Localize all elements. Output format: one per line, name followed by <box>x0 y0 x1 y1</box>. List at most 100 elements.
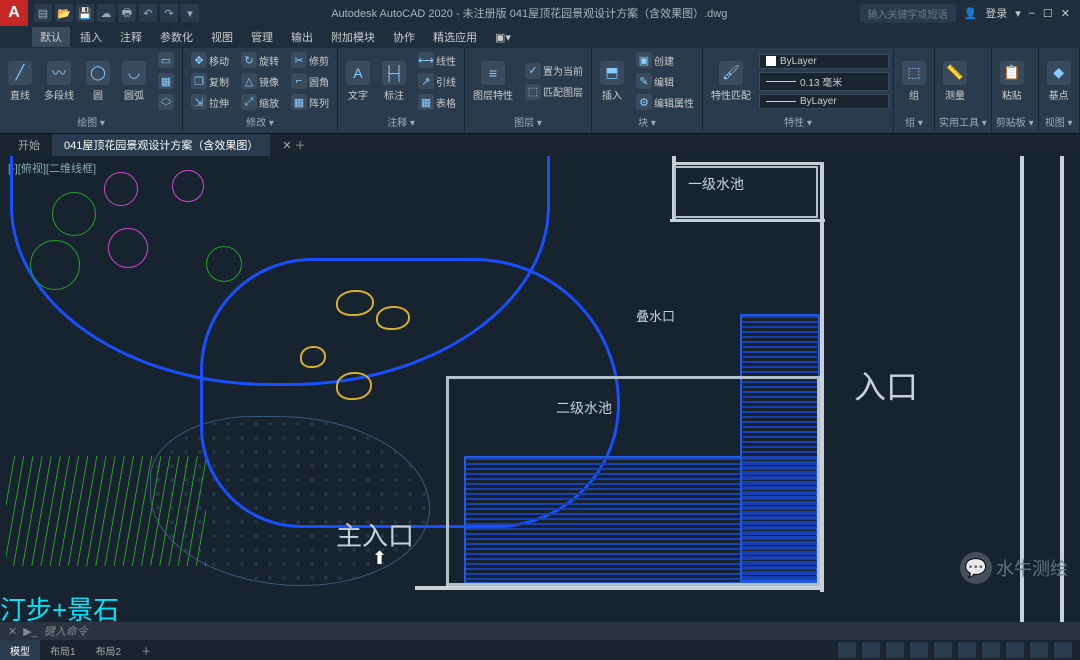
base-button[interactable]: ◆基点 <box>1043 59 1075 104</box>
editattr-button[interactable]: ⚙编辑属性 <box>632 92 698 112</box>
insert-button[interactable]: ⬒插入 <box>596 59 628 104</box>
panel-block-title[interactable]: 块 ▾ <box>596 112 698 131</box>
layer-match-button[interactable]: ✓置为当前 <box>521 61 587 81</box>
doctab-add-icon[interactable]: ✕ ＋ <box>270 134 317 156</box>
panel-modify-title[interactable]: 修改 ▾ <box>187 112 333 131</box>
panel-util-title[interactable]: 实用工具 ▾ <box>939 112 987 131</box>
panel-groups-title[interactable]: 组 ▾ <box>898 112 930 131</box>
tab-insert[interactable]: 插入 <box>72 27 110 47</box>
tab-layout1[interactable]: 布局1 <box>40 640 86 660</box>
panel-layers-title[interactable]: 图层 ▾ <box>469 112 587 131</box>
copy-button[interactable]: ❐复制 <box>187 71 233 91</box>
fillet-button[interactable]: ⌐圆角 <box>287 71 333 91</box>
status-snap-icon[interactable] <box>886 642 904 658</box>
qat-plot-icon[interactable]: 🖶 <box>118 4 136 22</box>
qat-save-icon[interactable]: 💾 <box>76 4 94 22</box>
qat-new-icon[interactable]: ▤ <box>34 4 52 22</box>
edit-button[interactable]: ✎编辑 <box>632 71 698 91</box>
tab-add-layout-icon[interactable]: ＋ <box>131 640 161 660</box>
tab-manage[interactable]: 管理 <box>243 27 281 47</box>
leader-button[interactable]: ↗引线 <box>414 71 460 91</box>
table-button[interactable]: ▦表格 <box>414 92 460 112</box>
lineweight-select[interactable]: 0.13 毫米 <box>759 72 889 91</box>
search-input[interactable]: 输入关键字或短语 <box>860 4 956 23</box>
qat-undo-icon[interactable]: ↶ <box>139 4 157 22</box>
match-props-button[interactable]: 🖌特性匹配 <box>707 59 755 104</box>
help-icon[interactable]: ▾ <box>1015 7 1021 20</box>
panel-props-title[interactable]: 特性 ▾ <box>707 112 889 131</box>
qat-open-icon[interactable]: 📂 <box>55 4 73 22</box>
command-line[interactable]: ✕ ▶_ 键入命令 <box>0 622 1080 640</box>
tree <box>108 228 148 268</box>
rotate-button[interactable]: ↻旋转 <box>237 50 283 70</box>
login-link[interactable]: 登录 <box>985 5 1007 21</box>
layer-iso-button[interactable]: ⬚匹配图层 <box>521 82 587 102</box>
doctab-file[interactable]: 041屋顶花园景观设计方案（含效果图） <box>52 134 270 156</box>
panel-view-title[interactable]: 视图 ▾ <box>1043 112 1075 131</box>
circle-label: 圆 <box>93 87 103 102</box>
cmd-close-icon[interactable]: ✕ <box>8 625 17 638</box>
line-button[interactable]: ╱直线 <box>4 59 36 104</box>
tab-layout2[interactable]: 布局2 <box>86 640 132 660</box>
linetype-select[interactable]: ByLayer <box>759 94 889 109</box>
status-menu-icon[interactable] <box>1054 642 1072 658</box>
status-model-icon[interactable] <box>838 642 856 658</box>
close-icon[interactable]: ✕ <box>1061 7 1070 20</box>
status-ws-icon[interactable] <box>1030 642 1048 658</box>
minimize-icon[interactable]: – <box>1029 7 1035 19</box>
tab-view[interactable]: 视图 <box>203 27 241 47</box>
linear-button[interactable]: ⟷线性 <box>414 50 460 70</box>
tab-model[interactable]: 模型 <box>0 640 40 660</box>
circle-button[interactable]: ◯圆 <box>82 59 114 104</box>
drawing-canvas[interactable]: [-][俯视][二维线框] 一级水池 二级水池 叠水口 入口 主入口 ⬆ 汀步+… <box>0 156 1080 622</box>
paste-button[interactable]: 📋粘贴 <box>996 59 1028 104</box>
panel-draw-title[interactable]: 绘图 ▾ <box>4 112 178 131</box>
qat-more-icon[interactable]: ▾ <box>181 4 199 22</box>
status-lwt-icon[interactable] <box>982 642 1000 658</box>
polyline-button[interactable]: 〰多段线 <box>40 59 78 104</box>
stretch-button[interactable]: ⇲拉伸 <box>187 92 233 112</box>
tab-expand-icon[interactable]: ▣▾ <box>487 29 519 46</box>
rect-button[interactable]: ▭ <box>154 50 178 70</box>
maximize-icon[interactable]: ☐ <box>1043 7 1053 20</box>
stone <box>376 306 410 330</box>
tab-default[interactable]: 默认 <box>32 27 70 47</box>
qat-saveas-icon[interactable]: ☁ <box>97 4 115 22</box>
arc-button[interactable]: ◡圆弧 <box>118 59 150 104</box>
panel-clip: 📋粘贴 剪贴板 ▾ <box>992 48 1039 133</box>
measure-button[interactable]: 📏测量 <box>939 59 971 104</box>
tab-annotate[interactable]: 注释 <box>112 27 150 47</box>
status-osnap-icon[interactable] <box>958 642 976 658</box>
text-button[interactable]: A文字 <box>342 59 374 104</box>
trim-button[interactable]: ✂修剪 <box>287 50 333 70</box>
scale-icon: ⤢ <box>241 94 257 110</box>
tab-addins[interactable]: 附加模块 <box>323 27 383 47</box>
doctab-start[interactable]: 开始 <box>6 134 52 156</box>
mirror-button[interactable]: △镜像 <box>237 71 283 91</box>
status-polar-icon[interactable] <box>934 642 952 658</box>
scale-button[interactable]: ⤢缩放 <box>237 92 283 112</box>
status-anno-icon[interactable] <box>1006 642 1024 658</box>
group-button[interactable]: ⬚组 <box>898 59 930 104</box>
qat-redo-icon[interactable]: ↷ <box>160 4 178 22</box>
array-button[interactable]: ▦阵列 <box>287 92 333 112</box>
mirror-icon: △ <box>241 73 257 89</box>
layer-props-button[interactable]: ≡图层特性 <box>469 59 517 104</box>
tab-output[interactable]: 输出 <box>283 27 321 47</box>
move-button[interactable]: ✥移动 <box>187 50 233 70</box>
app-logo[interactable]: A <box>0 0 28 26</box>
user-icon[interactable]: 👤 <box>964 7 978 20</box>
dim-button[interactable]: ├┤标注 <box>378 59 410 104</box>
status-grid-icon[interactable] <box>862 642 880 658</box>
tab-featured[interactable]: 精选应用 <box>425 27 485 47</box>
color-select[interactable]: ByLayer <box>759 54 889 69</box>
hatch-button[interactable]: ▦ <box>154 71 178 91</box>
status-ortho-icon[interactable] <box>910 642 928 658</box>
create-button[interactable]: ▣创建 <box>632 50 698 70</box>
tab-parametric[interactable]: 参数化 <box>152 27 201 47</box>
panel-clip-title[interactable]: 剪贴板 ▾ <box>996 112 1034 131</box>
panel-annot-title[interactable]: 注释 ▾ <box>342 112 460 131</box>
tab-collab[interactable]: 协作 <box>385 27 423 47</box>
ellipse-button[interactable]: ⬭ <box>154 92 178 112</box>
trim-icon: ✂ <box>291 52 307 68</box>
